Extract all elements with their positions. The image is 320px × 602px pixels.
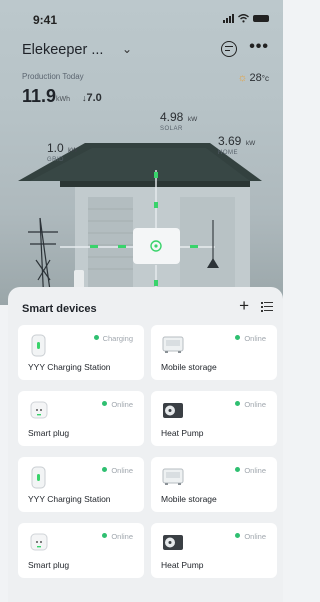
device-card[interactable]: Online YYY Charging Station [18, 457, 144, 512]
weather: ☼ 28°c [237, 72, 269, 84]
temperature: 28 [249, 72, 262, 84]
plug-icon [29, 400, 49, 422]
home-label: HOME [218, 150, 238, 156]
device-status: Online [102, 532, 133, 541]
status-icons [223, 14, 269, 23]
home-value: 3.69 [218, 134, 242, 148]
device-status: Online [235, 400, 266, 409]
production-value: 11.9 [22, 86, 57, 106]
device-name: YYY Charging Station [28, 362, 111, 372]
status-dot-icon [102, 467, 108, 472]
sort-list-icon[interactable] [261, 301, 273, 313]
smart-devices-title: Smart devices [22, 303, 97, 315]
storage-icon [162, 466, 184, 488]
grid-power: 1.0 kW GRID [47, 139, 78, 163]
device-card[interactable]: Online Mobile storage [151, 457, 277, 512]
solar-label: SOLAR [160, 126, 183, 132]
device-name: Heat Pump [161, 560, 204, 570]
temperature-unit: °c [261, 74, 269, 83]
device-card[interactable]: Online Mobile storage [151, 325, 277, 380]
energy-overview: 9:41 Elekeeper ... ⌄ ••• Production Toda… [0, 0, 283, 305]
device-name: Mobile storage [161, 362, 217, 372]
storage-icon [162, 334, 184, 356]
heat-pump-icon [162, 532, 183, 554]
home-unit: kW [245, 140, 256, 147]
grid-label: GRID [47, 157, 64, 163]
charger-icon [29, 466, 49, 489]
production-unit: kWh [56, 96, 70, 103]
device-name: YYY Charging Station [28, 494, 111, 504]
house-illustration [18, 143, 262, 305]
add-device-icon[interactable]: + [239, 297, 249, 314]
production-label: Production Today [22, 72, 84, 81]
grid-value: 1.0 [47, 141, 64, 155]
signal-icon [223, 14, 234, 23]
device-name: Smart plug [28, 428, 70, 438]
device-name: Smart plug [28, 560, 70, 570]
device-status-text: Online [111, 532, 133, 541]
device-status-text: Online [244, 532, 266, 541]
device-status-text: Online [111, 400, 133, 409]
plug-icon [29, 532, 49, 554]
device-card[interactable]: Online Smart plug [18, 391, 144, 446]
status-dot-icon [93, 335, 99, 340]
heat-pump-icon [162, 400, 183, 422]
device-card[interactable]: Online Heat Pump [151, 391, 277, 446]
device-status-text: Online [244, 400, 266, 409]
device-status: Online [235, 334, 266, 343]
device-name: Mobile storage [161, 494, 217, 504]
device-name: Heat Pump [161, 428, 204, 438]
solar-value: 4.98 [160, 110, 184, 124]
home-power: 3.69 kW HOME [218, 132, 255, 156]
grid-unit: kW [68, 147, 78, 154]
status-dot-icon [235, 533, 241, 538]
battery-icon [253, 15, 269, 22]
device-status-text: Charging [102, 334, 133, 343]
solar-power: 4.98 kW SOLAR [160, 108, 197, 132]
status-dot-icon [235, 335, 241, 340]
sun-icon: ☼ [237, 72, 248, 84]
message-icon[interactable] [221, 41, 237, 57]
status-dot-icon [102, 533, 108, 538]
chevron-down-icon[interactable]: ⌄ [122, 42, 132, 56]
status-dot-icon [235, 467, 241, 472]
device-status: Online [102, 466, 133, 475]
device-status: Online [102, 400, 133, 409]
charger-icon [29, 334, 49, 357]
production-sub-value: ↓7.0 [82, 92, 102, 104]
device-card[interactable]: Charging YYY Charging Station [18, 325, 144, 380]
smart-devices-panel: Smart devices + Charging YYY Charging Sta… [8, 287, 283, 602]
device-card[interactable]: Online Heat Pump [151, 523, 277, 578]
device-status: Online [235, 466, 266, 475]
status-time: 9:41 [33, 13, 58, 27]
app-bar: Elekeeper ... ⌄ ••• [22, 38, 269, 62]
device-status-text: Online [244, 334, 266, 343]
solar-unit: kW [187, 116, 198, 123]
more-icon[interactable]: ••• [249, 38, 269, 56]
status-dot-icon [235, 401, 241, 406]
wifi-icon [238, 14, 249, 23]
home-selector[interactable]: Elekeeper ... [22, 42, 103, 58]
device-status: Charging [93, 334, 133, 343]
status-bar: 9:41 [0, 12, 283, 28]
device-status: Online [235, 532, 266, 541]
status-dot-icon [102, 401, 108, 406]
device-status-text: Online [244, 466, 266, 475]
device-status-text: Online [111, 466, 133, 475]
device-card[interactable]: Online Smart plug [18, 523, 144, 578]
